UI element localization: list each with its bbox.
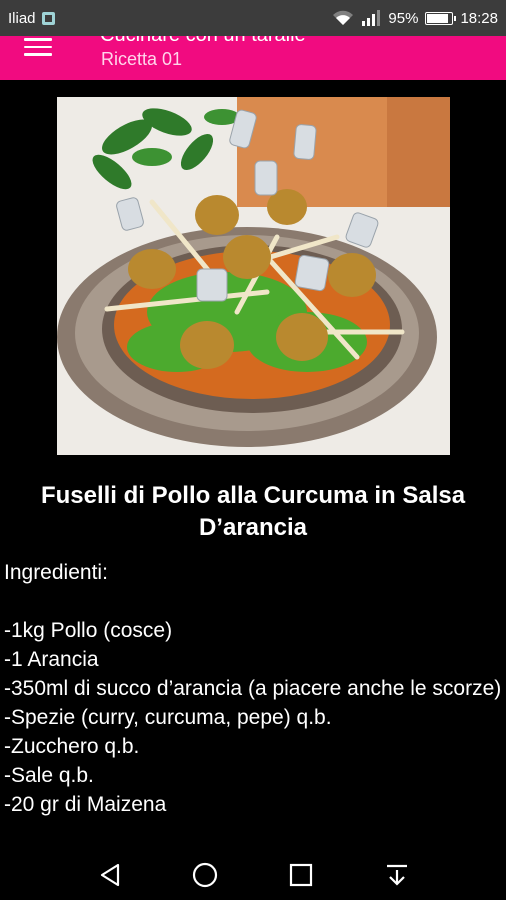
ingredient-item: -1kg Pollo (cosce) bbox=[4, 619, 173, 642]
status-icons: 95% 18:28 bbox=[332, 0, 498, 36]
battery-level bbox=[427, 13, 449, 23]
ingredient-item: -Zucchero q.b. bbox=[4, 735, 140, 758]
app-title: Cucinare con un taralle bbox=[100, 36, 306, 47]
status-bar: Iliad 95% 18:28 bbox=[0, 0, 506, 36]
ingredient-item: -Spezie (curry, curcuma, pepe) q.b. bbox=[4, 706, 332, 729]
ingredients-heading: Ingredienti: bbox=[4, 561, 108, 584]
notification-pull-icon[interactable] bbox=[382, 860, 412, 890]
ingredient-item: -350ml di succo d’arancia (a piacere anc… bbox=[4, 677, 502, 700]
recipe-title: Fuselli di Pollo alla Curcuma in Salsa D… bbox=[40, 482, 466, 541]
menu-icon[interactable] bbox=[24, 38, 52, 56]
battery-icon bbox=[425, 11, 457, 25]
signal-icon bbox=[362, 10, 381, 26]
clock: 18:28 bbox=[460, 9, 498, 27]
recipe-content: Ingredienti: -1kg Pollo (cosce) -1 Aranc… bbox=[4, 558, 502, 819]
back-icon[interactable] bbox=[96, 860, 126, 890]
navigation-bar bbox=[0, 850, 506, 900]
app-bar: Cucinare con un taralle Ricetta 01 bbox=[0, 36, 506, 80]
home-icon[interactable] bbox=[190, 860, 220, 890]
wifi-icon bbox=[333, 10, 354, 25]
recents-icon[interactable] bbox=[286, 860, 316, 890]
battery-percent: 95% bbox=[388, 9, 419, 27]
ingredient-item: -Sale q.b. bbox=[4, 764, 94, 787]
gallery-icon bbox=[41, 11, 55, 25]
app-subtitle: Ricetta 01 bbox=[101, 49, 183, 69]
ingredient-item: -1 Arancia bbox=[4, 648, 99, 671]
carrier-name: Iliad bbox=[8, 9, 36, 27]
ingredient-item: -20 gr di Maizena bbox=[4, 793, 167, 816]
recipe-photo bbox=[57, 97, 450, 455]
